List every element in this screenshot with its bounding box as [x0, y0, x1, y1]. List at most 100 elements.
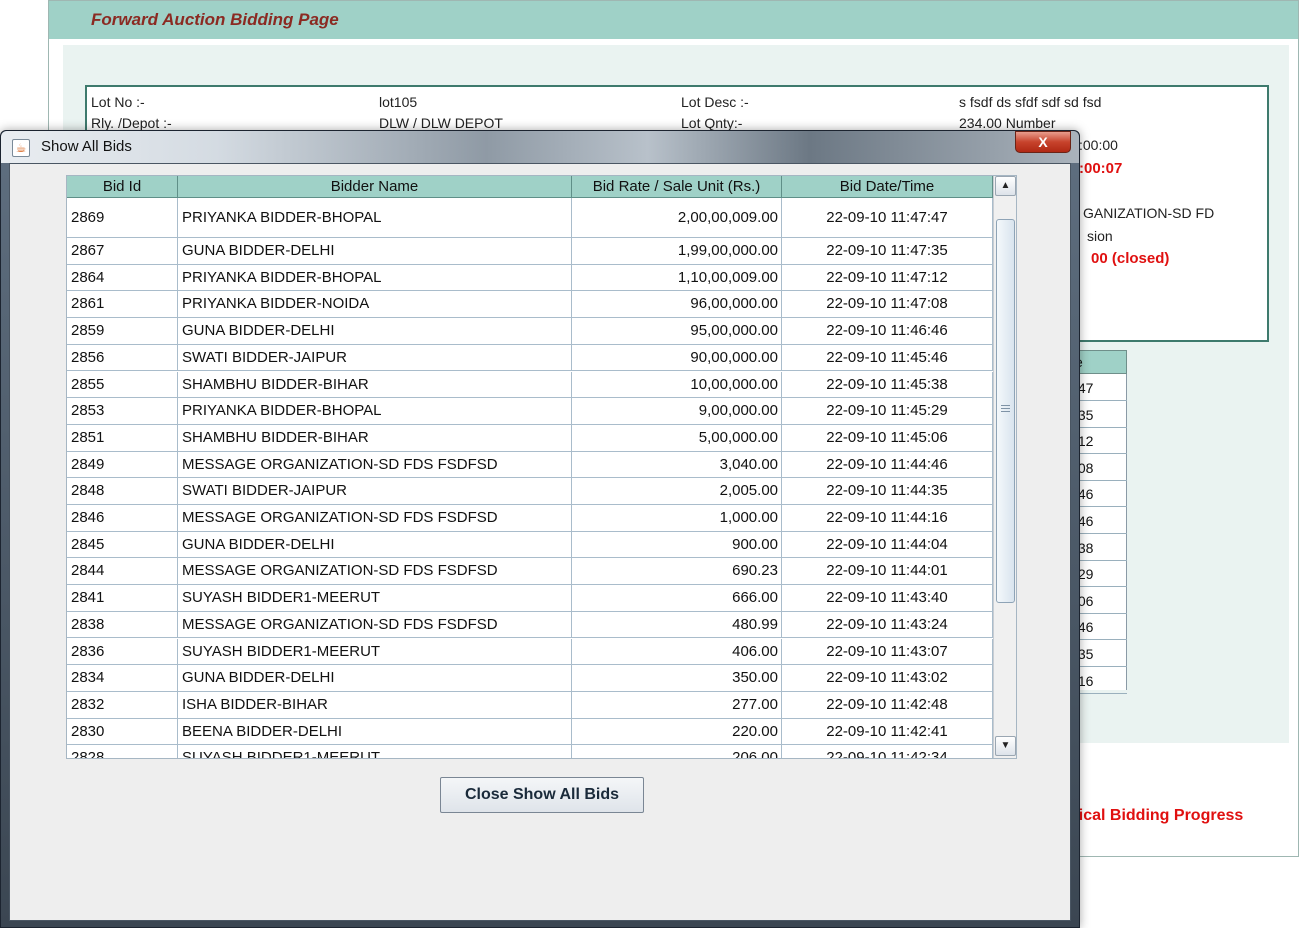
- bidder-name-cell: SHAMBHU BIDDER-BIHAR: [178, 424, 572, 452]
- bid-datetime-cell: 22-09-10 11:45:46: [782, 344, 993, 372]
- table-row[interactable]: 2869 PRIYANKA BIDDER-BHOPAL 2,00,00,009.00…: [67, 198, 993, 238]
- bidder-name-cell: ISHA BIDDER-BIHAR: [178, 691, 572, 719]
- graphical-bidding-progress-link[interactable]: hical Bidding Progress: [1069, 807, 1243, 825]
- bid-id-cell: 2846: [67, 505, 178, 532]
- time-partial: :00:00: [1079, 137, 1118, 153]
- lot-no-label: Lot No :-: [91, 94, 145, 110]
- column-header-bidder-name[interactable]: Bidder Name: [178, 176, 572, 198]
- bid-datetime-cell: 22-09-10 11:44:04: [782, 531, 993, 559]
- bid-datetime-cell: 22-09-10 11:47:08: [782, 291, 993, 319]
- table-row[interactable]: 2830 BEENA BIDDER-DELHI 220.00 22-09-10 11:…: [67, 718, 993, 746]
- bid-id-cell: 2838: [67, 611, 178, 639]
- bid-id-cell: 2834: [67, 665, 178, 692]
- bid-rate-cell: 3,040.00: [572, 451, 782, 479]
- table-row[interactable]: 2841 SUYASH BIDDER1-MEERUT 666.00 22-09-10 …: [67, 585, 993, 612]
- table-row[interactable]: 2853 PRIYANKA BIDDER-BHOPAL 9,00,000.00 22-…: [67, 398, 993, 425]
- bid-id-cell: 2851: [67, 424, 178, 452]
- bid-rate-cell: 220.00: [572, 718, 782, 746]
- bidder-name-cell: MESSAGE ORGANIZATION-SD FDS FSDFSD: [178, 451, 572, 479]
- table-row[interactable]: 2861 PRIYANKA BIDDER-NOIDA 96,00,000.00 22-…: [67, 291, 993, 319]
- column-header-bid-id[interactable]: Bid Id: [67, 176, 178, 198]
- bid-rate-cell: 1,000.00: [572, 505, 782, 532]
- close-show-all-bids-button[interactable]: Close Show All Bids: [440, 777, 644, 813]
- lot-no-value: lot105: [379, 94, 418, 110]
- column-header-bid-rate[interactable]: Bid Rate / Sale Unit (Rs.): [572, 176, 782, 198]
- bids-table-header: Bid Id Bidder Name Bid Rate / Sale Unit …: [67, 176, 993, 198]
- table-row[interactable]: 2864 PRIYANKA BIDDER-BHOPAL 1,10,00,009.00…: [67, 264, 993, 292]
- bid-id-cell: 2856: [67, 344, 178, 372]
- table-row[interactable]: 2856 SWATI BIDDER-JAIPUR 90,00,000.00 22-09…: [67, 344, 993, 372]
- scrollbar-thumb[interactable]: [996, 219, 1015, 603]
- bidder-name-cell: MESSAGE ORGANIZATION-SD FDS FSDFSD: [178, 558, 572, 586]
- rly-depot-value: DLW / DLW DEPOT: [379, 115, 503, 131]
- bid-rate-cell: 666.00: [572, 585, 782, 612]
- bidder-name-cell: GUNA BIDDER-DELHI: [178, 318, 572, 345]
- table-row[interactable]: 2828 SUYASH BIDDER1-MEERUT 206.00 22-09-10 …: [67, 745, 993, 758]
- table-row[interactable]: 2851 SHAMBHU BIDDER-BIHAR 5,00,000.00 22-09…: [67, 424, 993, 452]
- bid-id-cell: 2832: [67, 691, 178, 719]
- bid-rate-cell: 206.00: [572, 745, 782, 758]
- bid-id-cell: 2828: [67, 745, 178, 758]
- bidder-name-cell: MESSAGE ORGANIZATION-SD FDS FSDFSD: [178, 505, 572, 532]
- bid-datetime-cell: 22-09-10 11:42:41: [782, 718, 993, 746]
- table-row[interactable]: 2845 GUNA BIDDER-DELHI 900.00 22-09-10 11:4…: [67, 531, 993, 559]
- page-header: Forward Auction Bidding Page: [49, 1, 1298, 39]
- table-row[interactable]: 2838 MESSAGE ORGANIZATION-SD FDS FSDFSD 48…: [67, 611, 993, 639]
- table-row[interactable]: 2834 GUNA BIDDER-DELHI 350.00 22-09-10 11:4…: [67, 665, 993, 692]
- table-row[interactable]: 2848 SWATI BIDDER-JAIPUR 2,005.00 22-09-10 …: [67, 478, 993, 505]
- bidder-name-cell: MESSAGE ORGANIZATION-SD FDS FSDFSD: [178, 611, 572, 639]
- table-row[interactable]: 2855 SHAMBHU BIDDER-BIHAR 10,00,000.00 22-0…: [67, 371, 993, 399]
- show-all-bids-dialog: ☕ Show All Bids X Bid Id Bidder Name Bid…: [0, 130, 1080, 928]
- bid-rate-cell: 1,99,00,000.00: [572, 238, 782, 265]
- bid-id-cell: 2861: [67, 291, 178, 319]
- java-coffee-cup-icon: ☕: [12, 139, 30, 157]
- vertical-scrollbar[interactable]: ▲ ▼: [993, 176, 1016, 758]
- column-header-bid-datetime[interactable]: Bid Date/Time: [782, 176, 993, 198]
- bidder-name-cell: SUYASH BIDDER1-MEERUT: [178, 638, 572, 666]
- bid-rate-cell: 10,00,000.00: [572, 371, 782, 399]
- bid-rate-cell: 1,10,00,009.00: [572, 264, 782, 292]
- bid-datetime-cell: 22-09-10 11:44:16: [782, 505, 993, 532]
- table-row[interactable]: 2846 MESSAGE ORGANIZATION-SD FDS FSDFSD 1,…: [67, 505, 993, 532]
- session-partial: sion: [1087, 228, 1113, 244]
- bid-rate-cell: 95,00,000.00: [572, 318, 782, 345]
- bid-datetime-cell: 22-09-10 11:45:29: [782, 398, 993, 425]
- table-row[interactable]: 2849 MESSAGE ORGANIZATION-SD FDS FSDFSD 3,…: [67, 451, 993, 479]
- bid-rate-cell: 277.00: [572, 691, 782, 719]
- bid-id-cell: 2853: [67, 398, 178, 425]
- bid-rate-cell: 5,00,000.00: [572, 424, 782, 452]
- table-row[interactable]: 2844 MESSAGE ORGANIZATION-SD FDS FSDFSD 69…: [67, 558, 993, 586]
- bid-rate-cell: 900.00: [572, 531, 782, 559]
- rly-depot-label: Rly. /Depot :-: [91, 115, 172, 131]
- lot-qnty-value: 234.00 Number: [959, 115, 1056, 131]
- bid-datetime-cell: 22-09-10 11:42:48: [782, 691, 993, 719]
- table-row[interactable]: 2867 GUNA BIDDER-DELHI 1,99,00,000.00 22-09…: [67, 238, 993, 265]
- triangle-up-icon[interactable]: ▲: [995, 176, 1016, 196]
- close-window-button[interactable]: X: [1015, 131, 1071, 153]
- bid-datetime-cell: 22-09-10 11:45:06: [782, 424, 993, 452]
- bid-rate-cell: 350.00: [572, 665, 782, 692]
- dialog-title-bar[interactable]: ☕ Show All Bids X: [1, 131, 1079, 163]
- bid-datetime-cell: 22-09-10 11:43:07: [782, 638, 993, 666]
- bid-rate-cell: 9,00,000.00: [572, 398, 782, 425]
- bid-id-cell: 2836: [67, 638, 178, 666]
- dialog-body: Bid Id Bidder Name Bid Rate / Sale Unit …: [9, 163, 1071, 921]
- countdown-partial: :00:07: [1079, 160, 1123, 177]
- triangle-down-icon[interactable]: ▼: [995, 736, 1016, 756]
- bid-datetime-cell: 22-09-10 11:42:34: [782, 745, 993, 758]
- bid-id-cell: 2848: [67, 478, 178, 505]
- organization-partial: GANIZATION-SD FD: [1083, 205, 1215, 221]
- bid-id-cell: 2844: [67, 558, 178, 586]
- bid-datetime-cell: 22-09-10 11:43:24: [782, 611, 993, 639]
- table-row[interactable]: 2836 SUYASH BIDDER1-MEERUT 406.00 22-09-10 …: [67, 638, 993, 666]
- bid-rate-cell: 90,00,000.00: [572, 344, 782, 372]
- table-row[interactable]: 2832 ISHA BIDDER-BIHAR 277.00 22-09-10 11:4…: [67, 691, 993, 719]
- bid-datetime-cell: 22-09-10 11:44:35: [782, 478, 993, 505]
- bid-rate-cell: 96,00,000.00: [572, 291, 782, 319]
- bid-datetime-cell: 22-09-10 11:44:46: [782, 451, 993, 479]
- bid-id-cell: 2845: [67, 531, 178, 559]
- table-row[interactable]: 2859 GUNA BIDDER-DELHI 95,00,000.00 22-09-1…: [67, 318, 993, 345]
- bid-datetime-cell: 22-09-10 11:46:46: [782, 318, 993, 345]
- bid-rate-cell: 406.00: [572, 638, 782, 666]
- bid-id-cell: 2864: [67, 264, 178, 292]
